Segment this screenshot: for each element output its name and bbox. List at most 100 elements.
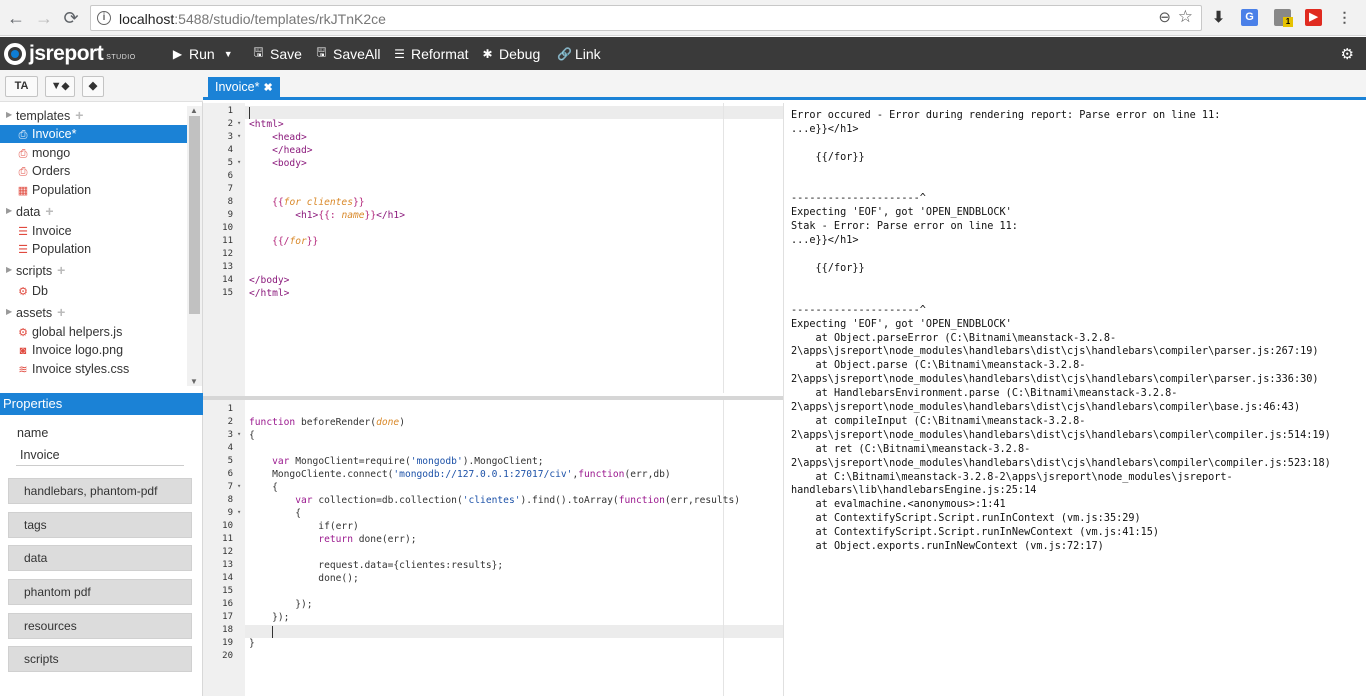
code-line[interactable]: {{for clientes}} [249,197,364,208]
code-line[interactable]: { [249,430,255,441]
filter-by-name-button[interactable]: TA [5,76,38,97]
code-line[interactable]: {{/for}} [249,236,318,247]
tree-folder-scripts[interactable]: ▶ scripts + [0,261,187,279]
template-active-line [245,106,783,119]
name-input[interactable] [16,444,184,466]
youtube-extension-icon[interactable]: ▶ [1305,9,1322,26]
tree-item-invoice-styles[interactable]: ≋ Invoice styles.css [0,360,187,378]
camera-icon: ◙ [19,345,27,357]
translate-extension-icon[interactable]: G [1241,9,1258,26]
fold-arrow-icon[interactable]: ▾ [237,430,241,438]
reload-icon[interactable]: ⟳ [61,8,81,28]
tags-section[interactable]: tags [8,512,192,538]
data-section[interactable]: data [8,545,192,571]
line-number: 12 [222,249,233,259]
add-asset-icon[interactable]: + [57,304,65,320]
engine-recipe-section[interactable]: handlebars, phantom-pdf [8,478,192,504]
play-icon: ▶ [172,46,183,61]
tree-item-db-script[interactable]: ⚙ Db [0,282,187,300]
bug-icon: ✱ [482,46,493,61]
back-icon[interactable]: ← [6,8,26,28]
menu-dots-icon[interactable]: ⋮ [1336,9,1353,26]
line-number: 14 [222,275,233,285]
code-line[interactable]: </html> [249,288,289,299]
scripts-section[interactable]: scripts [8,646,192,672]
tree-item-invoice-logo[interactable]: ◙ Invoice logo.png [0,341,187,359]
tree-item-population-template[interactable]: ▦ Population [0,181,187,199]
editor-splitter[interactable] [203,396,783,400]
fold-arrow-icon[interactable]: ▾ [237,508,241,516]
tags-button[interactable]: ◆ [82,76,104,97]
url-text[interactable]: localhost:5488/studio/templates/rkJTnK2c… [119,11,386,27]
tree-folder-assets[interactable]: ▶ assets + [0,303,187,321]
caret-down-icon[interactable]: ▼ [224,49,233,59]
code-line[interactable]: var collection=db.collection('clientes')… [249,495,740,506]
link-button[interactable]: 🔗 Link [557,45,601,62]
code-line[interactable] [249,625,272,636]
bookmark-star-icon[interactable]: ☆ [1178,7,1193,27]
tree-item-mongo[interactable]: ⎙ mongo [0,144,187,162]
code-line[interactable]: function beforeRender(done) [249,417,405,428]
close-tab-icon[interactable]: ✖ [263,82,272,94]
line-number: 3 [227,430,233,440]
code-line[interactable]: }); [249,599,312,610]
save-button[interactable]: 🖫 Save [252,45,302,62]
code-line[interactable]: <head> [249,132,307,143]
code-line[interactable]: <html> [249,119,284,130]
code-line[interactable]: request.data={clientes:results}; [249,560,503,571]
tree-item-population-data[interactable]: ☰ Population [0,240,187,258]
line-number: 6 [227,171,233,181]
line-number: 7 [227,184,233,194]
line-number: 20 [222,651,233,661]
tree-item-global-helpers[interactable]: ⚙ global helpers.js [0,323,187,341]
settings-gear-icon[interactable]: ⚙ [1341,45,1354,63]
run-button[interactable]: ▶ Run ▼ [171,45,233,62]
reformat-button[interactable]: ☰ Reformat [393,45,468,62]
tree-item-orders[interactable]: ⎙ Orders [0,162,187,180]
phantom-pdf-section[interactable]: phantom pdf [8,579,192,605]
code-line[interactable]: { [249,482,278,493]
code-line[interactable]: } [249,638,255,649]
code-line[interactable]: var MongoClient=require('mongodb').Mongo… [249,456,543,467]
preview-splitter[interactable] [783,103,784,696]
add-script-icon[interactable]: + [57,262,65,278]
tree-scrollbar-thumb[interactable] [189,116,200,314]
code-line[interactable]: <body> [249,158,307,169]
code-line[interactable]: <h1>{{: name}}</h1> [249,210,405,221]
extension-icon[interactable]: 1 [1274,9,1293,27]
tree-item-invoice-data[interactable]: ☰ Invoice [0,222,187,240]
properties-header: Properties [0,393,203,415]
fold-arrow-icon[interactable]: ▾ [237,482,241,490]
code-line[interactable]: done(); [249,573,358,584]
tab-invoice[interactable]: Invoice* ✖ [208,77,280,97]
zoom-icon[interactable]: ⊖ [1158,8,1171,26]
forward-icon[interactable]: → [34,8,54,28]
add-data-icon[interactable]: + [45,203,53,219]
code-line[interactable]: MongoCliente.connect('mongodb://127.0.0.… [249,469,671,480]
saveall-button[interactable]: 🖫 SaveAll [315,45,380,62]
code-line[interactable]: return done(err); [249,534,416,545]
code-line[interactable]: { [249,508,301,519]
line-number: 4 [227,145,233,155]
code-line[interactable]: </head> [249,145,312,156]
code-line[interactable]: </body> [249,275,289,286]
tree-folder-data[interactable]: ▶ data + [0,202,187,220]
fold-arrow-icon[interactable]: ▾ [237,158,241,166]
resources-section[interactable]: resources [8,613,192,639]
fold-arrow-icon[interactable]: ▾ [237,132,241,140]
info-icon[interactable]: i [97,11,111,25]
fold-arrow-icon[interactable]: ▾ [237,119,241,127]
scroll-up-icon[interactable]: ▲ [190,106,198,115]
save-icon: 🖫 [253,45,264,59]
address-bar[interactable]: i localhost:5488/studio/templates/rkJTnK… [90,5,1202,31]
tree-item-invoice-template[interactable]: ⎙ Invoice* [0,125,187,143]
download-icon[interactable]: ⬇ [1210,9,1227,26]
tree-scrollbar[interactable]: ▲ ▼ [187,106,202,386]
code-line[interactable]: if(err) [249,521,358,532]
tree-folder-templates[interactable]: ▶ templates + [0,106,187,124]
scroll-down-icon[interactable]: ▼ [190,377,198,386]
code-line[interactable]: }); [249,612,289,623]
filter-by-tag-button[interactable]: ▼◆ [45,76,75,97]
debug-button[interactable]: ✱ Debug [481,45,540,62]
add-template-icon[interactable]: + [75,107,83,123]
